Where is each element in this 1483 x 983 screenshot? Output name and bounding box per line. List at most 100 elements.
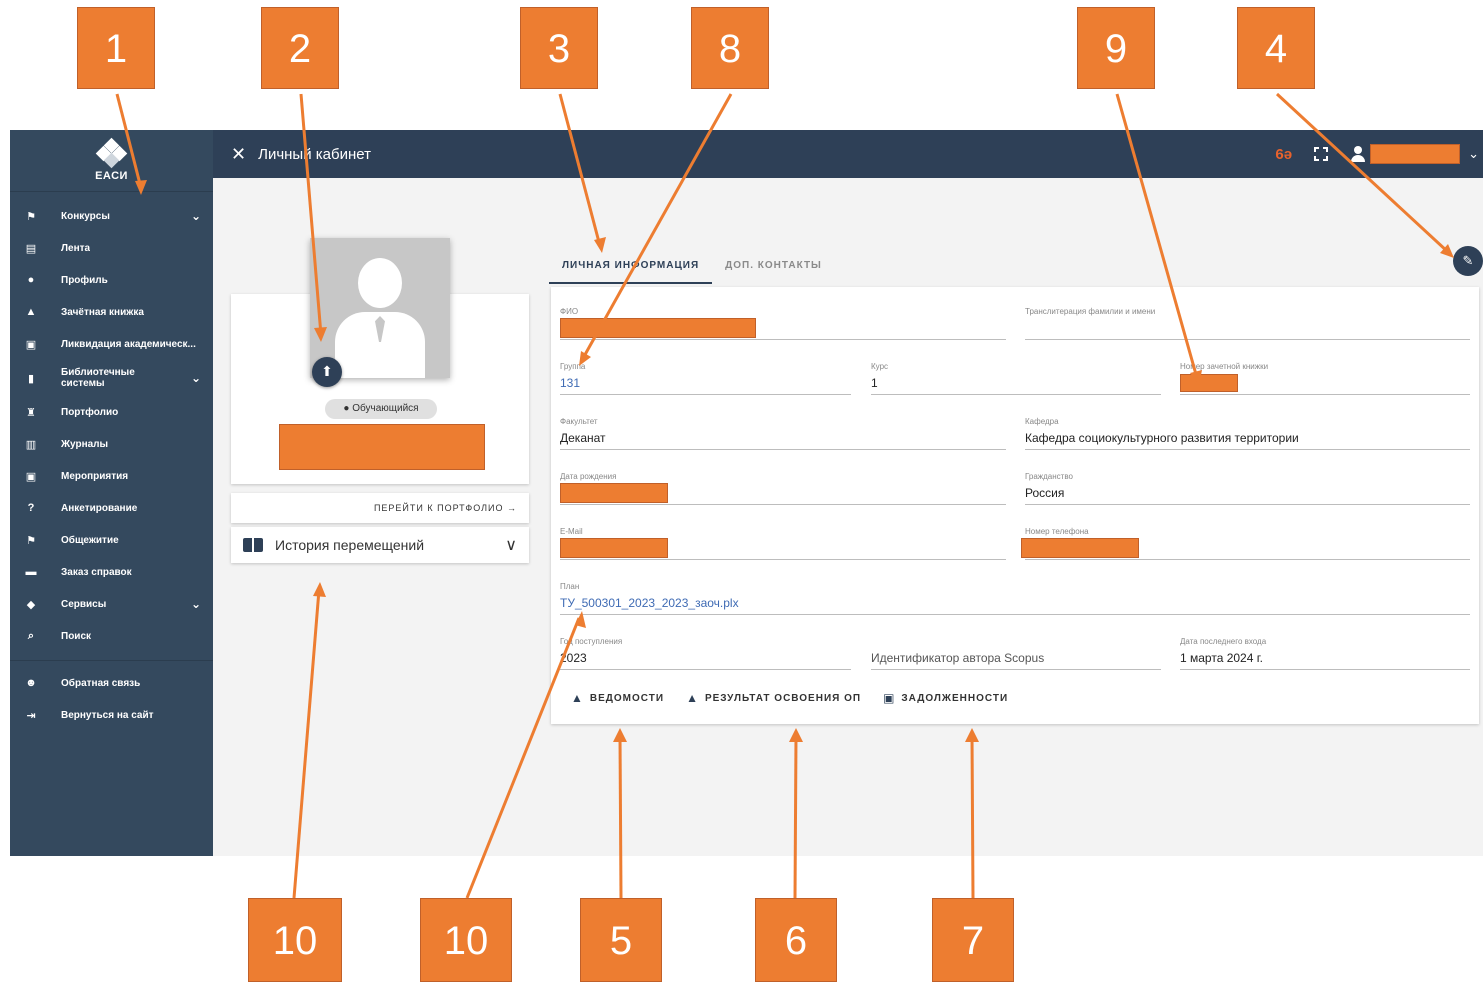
plan-link[interactable]: ТУ_500301_2023_2023_заоч.plx <box>560 596 739 610</box>
action-buttons: ▲ ВЕДОМОСТИ ▲ РЕЗУЛЬТАТ ОСВОЕНИЯ ОП ▣ ЗА… <box>571 691 1030 705</box>
fio-field[interactable]: ФИО <box>560 307 1006 340</box>
sidebar-item-library[interactable]: ▮ Библиотечные системы ⌄ <box>10 360 213 396</box>
faculty-label: Факультет <box>560 417 598 426</box>
sidebar-item-record-book[interactable]: ▲ Зачётная книжка <box>10 296 213 328</box>
app-window: ЕАСИ ⚑ Конкурсы ⌄ ▤ Лента ● Профиль ▲ За… <box>10 130 1483 856</box>
sidebar-item-label: Библиотечные системы <box>61 367 135 389</box>
sidebar-item-label: Обратная связь <box>61 677 141 689</box>
chevron-down-icon: ∨ <box>505 537 517 554</box>
group-field[interactable]: Группа 131 <box>560 362 851 395</box>
record-book-redacted <box>1180 374 1238 392</box>
movement-history-panel[interactable]: История перемещений ∨ <box>231 527 529 563</box>
scopus-id-field[interactable]: Идентификатор автора Scopus <box>871 637 1161 670</box>
citizenship-field[interactable]: Гражданство Россия <box>1025 472 1470 505</box>
translit-label: Транслитерация фамилии и имени <box>1025 307 1156 316</box>
department-value: Кафедра социокультурного развития террит… <box>1025 431 1299 445</box>
fullscreen-icon[interactable] <box>1314 147 1329 161</box>
logo-text: ЕАСИ <box>95 169 128 182</box>
sidebar-item-dormitory[interactable]: ⚑ Общежитие <box>10 524 213 556</box>
record-book-field[interactable]: Номер зачетной книжки <box>1180 362 1470 395</box>
translit-field[interactable]: Транслитерация фамилии и имени <box>1025 307 1470 340</box>
role-label: Обучающийся <box>352 403 419 414</box>
sidebar-item-liquidation[interactable]: ▣ Ликвидация академическ... <box>10 328 213 360</box>
department-field[interactable]: Кафедра Кафедра социокультурного развити… <box>1025 417 1470 450</box>
calendar-icon: ▣ <box>883 691 896 705</box>
course-label: Курс <box>871 362 889 371</box>
course-field[interactable]: Курс 1 <box>871 362 1161 395</box>
flag-checkered-icon: ⚑ <box>26 210 36 223</box>
phone-field[interactable]: Номер телефона <box>1021 527 1470 560</box>
tab-extra-contacts[interactable]: ДОП. КОНТАКТЫ <box>712 248 835 284</box>
phone-redacted <box>1021 538 1139 558</box>
phone-label: Номер телефона <box>1025 527 1089 536</box>
group-value[interactable]: 131 <box>560 376 580 390</box>
newspaper-icon: ▤ <box>25 242 37 255</box>
sidebar-item-profile[interactable]: ● Профиль <box>10 264 213 296</box>
trophy-icon: ♜ <box>26 406 36 419</box>
glasses-icon[interactable]: 6ә <box>1275 146 1292 163</box>
sidebar-item-konkursy[interactable]: ⚑ Конкурсы ⌄ <box>10 200 213 232</box>
statements-label: ВЕДОМОСТИ <box>589 692 665 704</box>
sidebar-item-label: Анкетирование <box>61 502 138 514</box>
last-login-value: 1 марта 2024 г. <box>1180 651 1263 665</box>
role-chip: ● Обучающийся <box>325 399 437 419</box>
callout-10-right: 10 <box>420 898 512 982</box>
citizenship-label: Гражданство <box>1025 472 1073 481</box>
upload-icon: ⬆ <box>321 363 333 379</box>
graduation-cap-icon: ▲ <box>25 306 37 318</box>
sidebar-item-back-to-site[interactable]: ⇥ Вернуться на сайт <box>10 699 213 731</box>
sidebar-item-portfolio[interactable]: ♜ Портфолио <box>10 396 213 428</box>
sidebar-divider <box>10 660 213 661</box>
email-redacted <box>560 538 668 558</box>
chevron-down-icon[interactable]: ⌄ <box>1468 146 1479 162</box>
sidebar-item-label: Поиск <box>61 630 92 642</box>
sidebar-item-label: Заказ справок <box>61 566 132 578</box>
sidebar-item-events[interactable]: ▣ Мероприятия <box>10 460 213 492</box>
top-bar-actions: 6ә ⌄ <box>1275 130 1483 178</box>
flag-checkered-icon: ⚑ <box>26 534 36 547</box>
sidebar-item-label: Профиль <box>61 274 108 286</box>
user-avatar-icon[interactable] <box>1350 146 1366 162</box>
callout-1: 1 <box>77 7 155 89</box>
logo[interactable]: ЕАСИ <box>10 130 213 192</box>
sidebar-item-surveys[interactable]: ? Анкетирование <box>10 492 213 524</box>
callout-5: 5 <box>580 898 662 982</box>
email-field[interactable]: E-Mail <box>560 527 1006 560</box>
tab-personal-info[interactable]: ЛИЧНАЯ ИНФОРМАЦИЯ <box>549 248 713 284</box>
graduation-cap-icon: ▲ <box>571 691 584 705</box>
close-icon[interactable]: ✕ <box>231 144 246 165</box>
sidebar-item-search[interactable]: ⌕ Поиск <box>10 620 213 652</box>
sidebar-item-services[interactable]: ◆ Сервисы ⌄ <box>10 588 213 620</box>
plan-field[interactable]: План ТУ_500301_2023_2023_заоч.plx <box>560 582 1470 615</box>
statements-button[interactable]: ▲ ВЕДОМОСТИ <box>571 691 664 705</box>
birth-date-field[interactable]: Дата рождения <box>560 472 1006 505</box>
go-to-portfolio-link[interactable]: ПЕРЕЙТИ К ПОРТФОЛИО → <box>231 493 529 523</box>
fio-redacted <box>560 318 756 338</box>
birth-date-label: Дата рождения <box>560 472 617 481</box>
last-login-field[interactable]: Дата последнего входа 1 марта 2024 г. <box>1180 637 1470 670</box>
users-icon: ☻ <box>25 677 37 689</box>
debts-button[interactable]: ▣ ЗАДОЛЖЕННОСТИ <box>883 691 1008 705</box>
book-open-icon <box>243 538 263 552</box>
callout-4: 4 <box>1237 7 1315 89</box>
annotated-screenshot: ЕАСИ ⚑ Конкурсы ⌄ ▤ Лента ● Профиль ▲ За… <box>0 0 1483 983</box>
sidebar-item-feedback[interactable]: ☻ Обратная связь <box>10 667 213 699</box>
graduation-cap-icon: ▲ <box>686 691 699 705</box>
sidebar-item-label: Портфолио <box>61 406 119 418</box>
sidebar-item-certificates[interactable]: ▬ Заказ справок <box>10 556 213 588</box>
sign-out-icon: ⇥ <box>26 709 36 722</box>
admission-year-field[interactable]: Год поступления 2023 <box>560 637 851 670</box>
edit-button[interactable]: ✎ <box>1453 246 1483 276</box>
faculty-field[interactable]: Факультет Деканат <box>560 417 1006 450</box>
sidebar-item-journals[interactable]: ▥ Журналы <box>10 428 213 460</box>
sidebar-item-lenta[interactable]: ▤ Лента <box>10 232 213 264</box>
sidebar-item-label: Общежитие <box>61 534 119 546</box>
user-name-redacted[interactable] <box>1370 144 1461 164</box>
program-results-button[interactable]: ▲ РЕЗУЛЬТАТ ОСВОЕНИЯ ОП <box>686 691 861 705</box>
callout-10-left: 10 <box>248 898 342 982</box>
admission-year-label: Год поступления <box>560 637 623 646</box>
upload-photo-button[interactable]: ⬆ <box>312 357 342 387</box>
faculty-value: Деканат <box>560 431 606 445</box>
sidebar-item-label: Зачётная книжка <box>61 306 144 318</box>
calendar-icon: ▣ <box>25 470 37 483</box>
